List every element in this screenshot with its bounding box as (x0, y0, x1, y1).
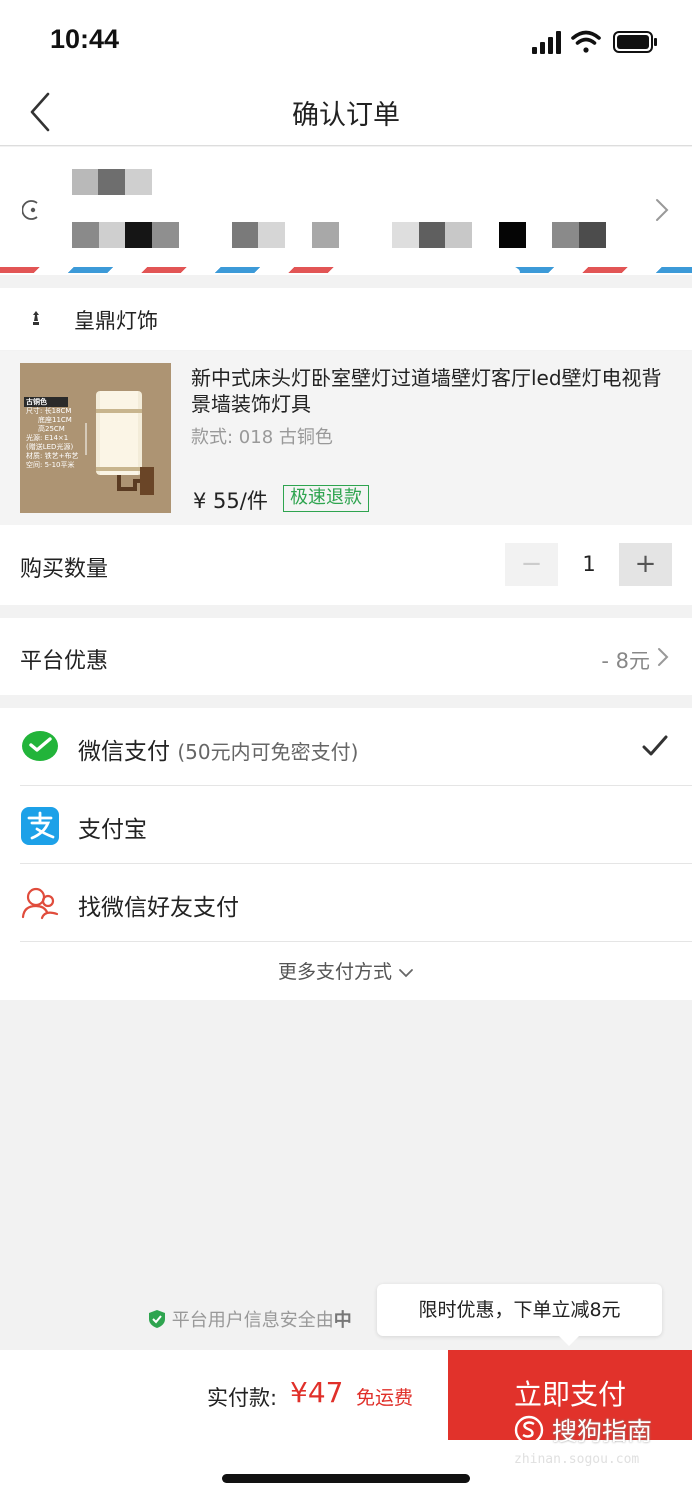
signal-icon (532, 31, 561, 54)
payment-option-friend[interactable]: 找微信好友支付 (0, 864, 692, 942)
caption-line: 空间: 5-10平米 (26, 461, 75, 469)
shop-name: 皇鼎灯饰 (74, 309, 158, 333)
address-border-gap (350, 257, 520, 275)
quantity-label: 购买数量 (20, 557, 109, 582)
wechat-pay-note: (50元内可免密支付) (177, 740, 359, 764)
caption-line: 材质: 铁艺+布艺 (26, 452, 79, 460)
caption-line: (赠送LED光源) (26, 443, 74, 451)
product-price: ¥ 55/件 (193, 489, 268, 513)
platform-discount-row[interactable]: 平台优惠 - 8元 (0, 618, 692, 695)
battery-icon (613, 31, 657, 53)
status-bar: 10:44 (0, 0, 692, 80)
friend-pay-icon (21, 887, 59, 920)
discount-tooltip: 限时优惠，下单立减8元 (377, 1284, 662, 1346)
payment-option-wechat[interactable]: 微信支付 (50元内可免密支付) (0, 708, 692, 786)
security-note-bold: 中 (333, 1310, 352, 1331)
product-item[interactable]: 古铜色 尺寸: 长18CM 底座11CM 高25CM 光源: E14×1 (赠送… (0, 351, 692, 525)
caption-line: 光源: E14×1 (26, 434, 69, 442)
security-note: 平台用户信息安全由中 (148, 1306, 352, 1332)
caption-line: 尺寸: 长18CM (26, 407, 72, 415)
total-label: 实付款: (207, 1386, 278, 1410)
home-indicator (222, 1474, 470, 1483)
payment-methods: 微信支付 (50元内可免密支付) 支付宝 找微信好友支付 更多支付方式 (0, 708, 692, 1000)
watermark-text: 搜狗指南 (551, 1417, 652, 1446)
wifi-icon (571, 30, 601, 53)
nav-bar: 确认订单 (0, 80, 692, 146)
payment-option-alipay[interactable]: 支付宝 (0, 786, 692, 864)
watermark: 搜狗指南 (514, 1412, 652, 1448)
more-payment-methods[interactable]: 更多支付方式 (0, 944, 692, 1000)
product-spec: 款式: 018 古铜色 (191, 427, 333, 448)
quantity-row: 购买数量 − 1 + (0, 525, 692, 605)
wechat-pay-name: 微信支付 (78, 739, 170, 765)
watermark-url: zhinan.sogou.com (514, 1452, 640, 1467)
shop-logo-icon (33, 311, 39, 325)
free-shipping-label: 免运费 (356, 1387, 414, 1409)
chevron-down-icon (399, 968, 413, 977)
friend-pay-label: 找微信好友支付 (78, 895, 239, 921)
airmail-border (0, 267, 692, 273)
caption-line: 底座11CM (38, 416, 72, 424)
product-title: 新中式床头灯卧室壁灯过道墙壁灯客厅led壁灯电视背景墙装饰灯具 (191, 366, 662, 416)
location-icon (22, 200, 38, 220)
more-payment-label: 更多支付方式 (277, 961, 392, 983)
total-amount: ¥47 (290, 1376, 344, 1409)
alipay-icon (21, 807, 59, 845)
status-time: 10:44 (50, 24, 120, 54)
security-note-text: 平台用户信息安全由 (171, 1310, 334, 1331)
chevron-right-icon (656, 199, 669, 221)
checkmark-icon (642, 735, 668, 756)
shield-icon (149, 1310, 165, 1328)
product-image[interactable]: 古铜色 尺寸: 长18CM 底座11CM 高25CM 光源: E14×1 (赠送… (20, 363, 171, 513)
discount-label: 平台优惠 (20, 649, 109, 674)
shop-header[interactable]: 皇鼎灯饰 (0, 288, 692, 350)
alipay-label: 支付宝 (78, 817, 147, 843)
caption-line: 高25CM (38, 425, 65, 433)
product-image-caption: 古铜色 尺寸: 长18CM 底座11CM 高25CM 光源: E14×1 (赠送… (26, 398, 78, 470)
caption-title: 古铜色 (26, 398, 47, 406)
quantity-plus-button[interactable]: + (619, 543, 672, 586)
address-card[interactable] (0, 147, 692, 275)
status-icons (532, 30, 657, 54)
wechat-pay-icon (22, 731, 58, 761)
chevron-right-icon (658, 648, 669, 666)
refund-badge: 极速退款 (283, 485, 369, 512)
page-title: 确认订单 (292, 100, 400, 131)
quantity-minus-button[interactable]: − (505, 543, 558, 586)
sogou-logo-icon (514, 1415, 544, 1445)
quantity-value[interactable]: 1 (560, 543, 618, 586)
discount-value: - 8元 (601, 649, 650, 673)
wechat-pay-label: 微信支付 (50元内可免密支付) (78, 732, 358, 766)
